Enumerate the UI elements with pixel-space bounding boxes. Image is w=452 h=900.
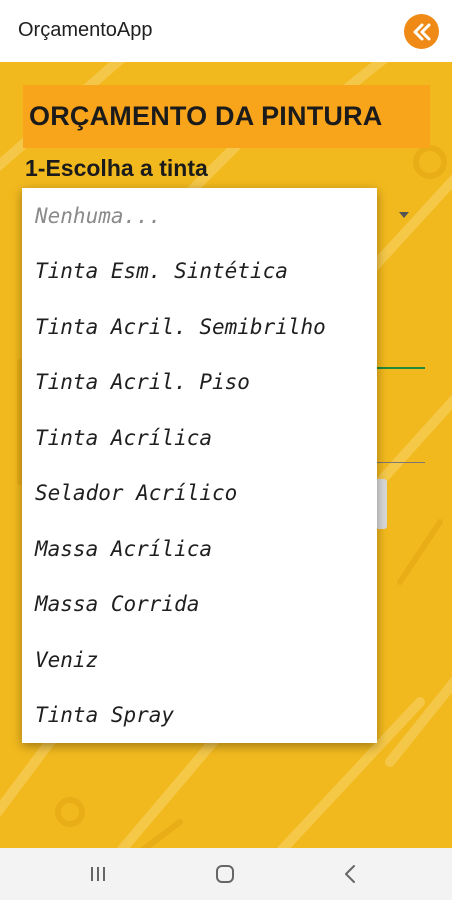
app-title: OrçamentoApp <box>18 19 153 41</box>
dropdown-item[interactable]: Tinta Acril. Piso <box>22 355 377 411</box>
system-navigation-bar <box>0 848 452 900</box>
header-box: ORÇAMENTO DA PINTURA <box>23 85 430 148</box>
back-icon <box>345 865 355 883</box>
page-title: ORÇAMENTO DA PINTURA <box>29 101 383 131</box>
recents-icon <box>91 867 105 881</box>
back-button[interactable] <box>330 860 370 888</box>
spinner-arrow-icon <box>399 212 409 218</box>
home-button[interactable] <box>205 860 245 888</box>
paint-dropdown-list[interactable]: Nenhuma... Tinta Esm. Sintética Tinta Ac… <box>22 188 377 743</box>
recents-button[interactable] <box>78 860 118 888</box>
dropdown-item[interactable]: Tinta Esm. Sintética <box>22 244 377 300</box>
dropdown-item[interactable]: Tinta Acril. Semibrilho <box>22 299 377 355</box>
dropdown-item[interactable]: Selador Acrílico <box>22 466 377 522</box>
double-chevron-left-icon <box>413 23 430 40</box>
rewind-back-button[interactable] <box>404 14 439 49</box>
dropdown-item[interactable]: Tinta Spray <box>22 688 377 744</box>
dropdown-item[interactable]: Massa Corrida <box>22 577 377 633</box>
dropdown-item[interactable]: Tinta Acrílica <box>22 410 377 466</box>
dropdown-item[interactable]: Massa Acrílica <box>22 521 377 577</box>
home-icon <box>216 865 234 883</box>
input-underline <box>377 367 425 369</box>
divider <box>377 462 425 463</box>
dropdown-item-placeholder[interactable]: Nenhuma... <box>22 188 377 244</box>
step1-label: 1-Escolha a tinta <box>25 155 208 181</box>
button-edge <box>377 479 387 529</box>
dropdown-item[interactable]: Veniz <box>22 632 377 688</box>
app-bar: OrçamentoApp <box>0 0 452 62</box>
